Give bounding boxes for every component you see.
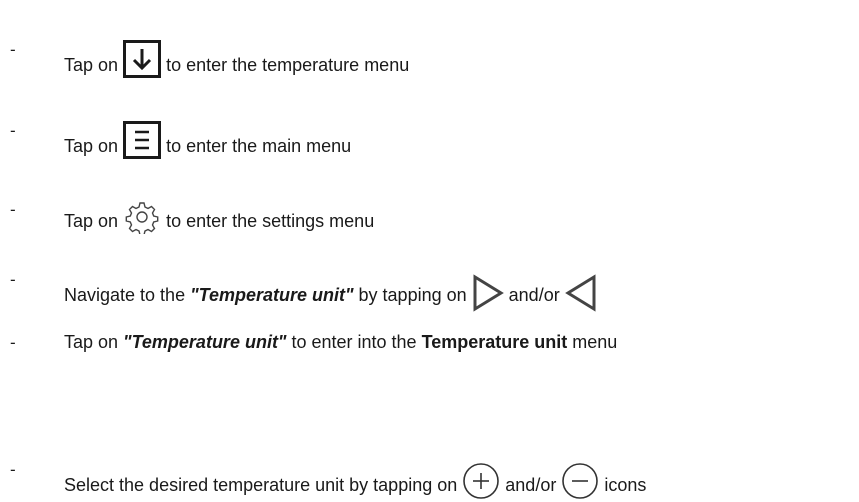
gear-icon xyxy=(123,200,161,234)
step-suffix: to enter the main menu xyxy=(166,136,352,156)
plus-circle-icon xyxy=(462,462,500,500)
step-text: Navigate to the "Temperature unit" by ta… xyxy=(64,268,597,312)
step-prefix: Tap on xyxy=(64,55,119,75)
step-middle: to enter into the xyxy=(286,332,422,352)
temperature-unit-emphasis: "Temperature unit" xyxy=(123,332,287,352)
step-text: Select the desired temperature unit by t… xyxy=(64,458,647,499)
step-prefix: Tap on xyxy=(64,211,119,231)
step-prefix: Select the desired temperature unit by t… xyxy=(64,475,458,495)
step-suffix: to enter the settings menu xyxy=(166,211,375,231)
step-suffix: icons xyxy=(604,475,647,495)
menu-box-icon xyxy=(123,121,162,159)
bullet-dash: - xyxy=(10,270,16,289)
step-suffix: menu xyxy=(567,332,618,352)
bullet-dash: - xyxy=(10,460,16,479)
down-arrow-box-icon xyxy=(123,40,162,78)
left-triangle-icon xyxy=(564,274,597,312)
temperature-unit-emphasis: "Temperature unit" xyxy=(190,285,354,305)
step-prefix: Tap on xyxy=(64,332,124,352)
minus-circle-icon xyxy=(561,462,599,500)
step-text: Tap on to enter the main menu xyxy=(64,119,352,159)
temperature-unit-strong: Temperature unit xyxy=(421,332,568,352)
step-6: - Select the desired temperature unit by… xyxy=(0,0,859,499)
step-prefix: Tap on xyxy=(64,136,119,156)
step-prefix: Navigate to the xyxy=(64,285,191,305)
step-text: Tap on "Temperature unit" to enter into … xyxy=(64,331,617,353)
conj: and/or xyxy=(508,285,560,305)
play-right-triangle-icon xyxy=(472,274,504,312)
step-suffix: to enter the temperature menu xyxy=(166,55,410,75)
conj: and/or xyxy=(505,475,557,495)
step-middle: by tapping on xyxy=(353,285,467,305)
bullet-dash: - xyxy=(10,333,16,352)
bullet-dash: - xyxy=(10,200,16,219)
bullet-dash: - xyxy=(10,121,16,140)
step-text: Tap on to enter the settings menu xyxy=(64,198,375,234)
